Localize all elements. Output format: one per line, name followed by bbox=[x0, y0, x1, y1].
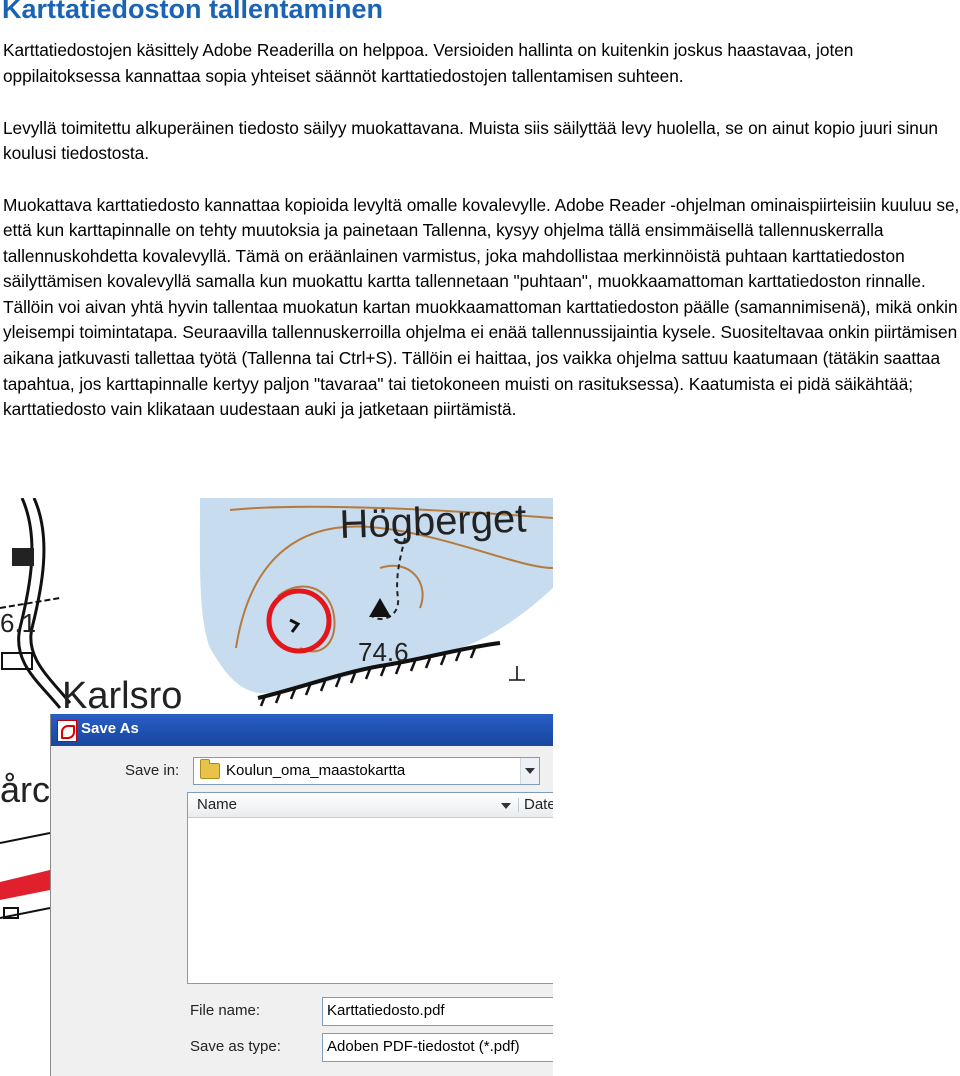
file-list-header: Name Date bbox=[188, 793, 553, 818]
file-name-label: File name: bbox=[190, 1002, 261, 1019]
save-in-label: Save in: bbox=[125, 762, 180, 779]
save-type-label: Save as type: bbox=[190, 1038, 281, 1055]
file-list[interactable]: Name Date bbox=[187, 792, 553, 984]
saving-paragraph: Muokattava karttatiedosto kannattaa kopi… bbox=[3, 194, 960, 420]
map-label-grid: 6.1 bbox=[0, 608, 36, 638]
dialog-titlebar[interactable]: Save As bbox=[51, 714, 553, 746]
folder-icon bbox=[200, 759, 220, 779]
map-label-hogberget: Högberget bbox=[339, 498, 527, 547]
map-screenshot-figure: Högberget 74.6 Karlsro 6.1 årc Save As S… bbox=[0, 498, 553, 1076]
save-in-value: Koulun_oma_maastokartta bbox=[226, 762, 406, 779]
intro-paragraph: Karttatiedostojen käsittely Adobe Reader… bbox=[3, 40, 854, 86]
file-name-input[interactable]: Karttatiedosto.pdf bbox=[322, 997, 553, 1026]
map-label-elevation: 74.6 bbox=[358, 637, 409, 667]
column-header-date[interactable]: Date bbox=[524, 796, 553, 813]
save-type-value: Adoben PDF-tiedostot (*.pdf) bbox=[327, 1038, 520, 1055]
map-label-karlsro: Karlsro bbox=[62, 675, 182, 717]
chevron-down-icon[interactable] bbox=[520, 758, 539, 784]
save-as-dialog: Save As Save in: Koulun_oma_maastokartta… bbox=[50, 714, 553, 1076]
pdf-icon bbox=[57, 720, 77, 742]
save-in-dropdown[interactable]: Koulun_oma_maastokartta bbox=[193, 757, 540, 785]
dialog-title: Save As bbox=[81, 720, 139, 737]
save-type-dropdown[interactable]: Adoben PDF-tiedostot (*.pdf) bbox=[322, 1033, 553, 1062]
chevron-down-icon[interactable] bbox=[500, 798, 519, 812]
column-header-name[interactable]: Name bbox=[197, 796, 237, 813]
map-label-partial: årc bbox=[0, 769, 50, 810]
disk-paragraph: Levyllä toimitettu alkuperäinen tiedosto… bbox=[3, 117, 938, 164]
building bbox=[12, 548, 34, 566]
page-title: Karttatiedoston tallentaminen bbox=[2, 0, 384, 24]
file-name-value: Karttatiedosto.pdf bbox=[327, 1002, 445, 1019]
